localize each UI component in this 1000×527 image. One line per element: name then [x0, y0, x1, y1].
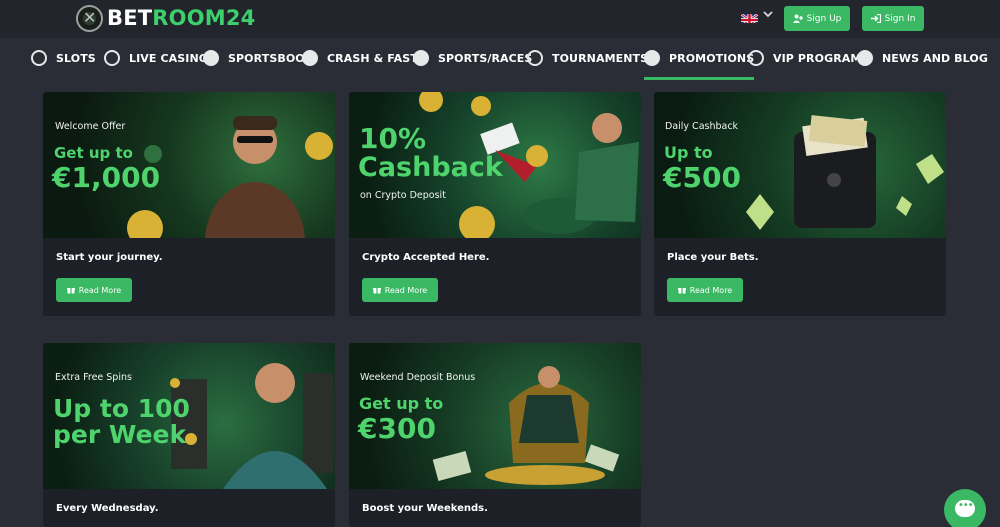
- nav-item-news-and-blog[interactable]: NEWS AND BLOG: [857, 46, 988, 70]
- races-icon: [413, 50, 429, 66]
- nav-item-tournaments[interactable]: TOURNAMENTS: [527, 46, 648, 70]
- read-more-label: Read More: [384, 285, 428, 295]
- read-more-label: Read More: [689, 285, 733, 295]
- promo-amount: per Week: [53, 420, 187, 449]
- logo[interactable]: BETROOM24: [76, 4, 255, 32]
- nav-item-live-casino[interactable]: LIVE CASINO: [104, 46, 208, 70]
- promo-title: Place your Bets.: [667, 252, 759, 263]
- slots-icon: [31, 50, 47, 66]
- promo-card-welcome-offer: Welcome Offer Get up to €1,000 Start you…: [43, 92, 335, 316]
- sportsbook-icon: [203, 50, 219, 66]
- promo-headline: Get up to: [359, 394, 444, 413]
- promo-banner[interactable]: Extra Free Spins Up to 100 per Week: [43, 343, 335, 489]
- megaphone-icon: [857, 50, 873, 66]
- main-nav: SLOTS LIVE CASINO SPORTSBOOK CRASH & FAS…: [0, 38, 1000, 80]
- rocket-icon: [302, 50, 318, 66]
- promo-amount: Cashback: [358, 152, 503, 183]
- promo-amount: €500: [663, 161, 741, 194]
- promo-amount: €1,000: [52, 161, 161, 194]
- gift-icon: [677, 288, 686, 294]
- tournaments-icon: [527, 50, 543, 66]
- promo-title: Every Wednesday.: [56, 503, 159, 514]
- sign-in-button[interactable]: Sign In: [862, 6, 924, 31]
- chat-bubble-icon: [955, 500, 975, 517]
- nav-item-vip-program[interactable]: VIP PROGRAM: [748, 46, 861, 70]
- promo-banner[interactable]: Welcome Offer Get up to €1,000: [43, 92, 335, 238]
- promo-title: Boost your Weekends.: [362, 503, 488, 514]
- logo-text: BETROOM24: [107, 6, 256, 30]
- nav-item-slots[interactable]: SLOTS: [31, 46, 96, 70]
- promo-card-weekend-bonus: Weekend Deposit Bonus Get up to €300 Boo…: [349, 343, 641, 527]
- sign-in-icon: [870, 14, 881, 23]
- live-chat-button[interactable]: [944, 489, 986, 527]
- promo-headline: 10%: [359, 122, 427, 155]
- promo-banner[interactable]: 10% Cashback on Crypto Deposit: [349, 92, 641, 238]
- sign-up-label: Sign Up: [806, 13, 842, 24]
- promo-headline: Up to 100: [53, 394, 190, 423]
- read-more-button[interactable]: Read More: [667, 278, 743, 302]
- promo-subtext: on Crypto Deposit: [360, 190, 446, 201]
- promo-card-crypto-cashback: 10% Cashback on Crypto Deposit Crypto Ac…: [349, 92, 641, 316]
- promo-banner[interactable]: Weekend Deposit Bonus Get up to €300: [349, 343, 641, 489]
- promo-card-free-spins: Extra Free Spins Up to 100 per Week Ever…: [43, 343, 335, 527]
- read-more-button[interactable]: Read More: [362, 278, 438, 302]
- promo-headline: Up to: [664, 143, 713, 162]
- live-casino-icon: [104, 50, 120, 66]
- nav-item-promotions[interactable]: PROMOTIONS: [644, 46, 755, 80]
- sign-in-label: Sign In: [884, 13, 916, 24]
- gift-icon: [372, 288, 381, 294]
- gift-icon: [644, 50, 660, 66]
- nav-item-crash-fast[interactable]: CRASH & FAST: [302, 46, 418, 70]
- read-more-label: Read More: [78, 285, 122, 295]
- promo-amount: €300: [358, 412, 436, 445]
- promo-label: Daily Cashback: [665, 121, 739, 132]
- promo-label: Extra Free Spins: [55, 372, 132, 383]
- gift-icon: [66, 288, 75, 294]
- promo-card-daily-cashback: Daily Cashback Up to €500 Place your Bet…: [654, 92, 946, 316]
- promo-label: Welcome Offer: [55, 121, 126, 132]
- top-bar: BETROOM24 Sign Up Sign In: [0, 0, 1000, 38]
- promo-headline: Get up to: [54, 144, 133, 162]
- sign-up-button[interactable]: Sign Up: [784, 6, 850, 31]
- nav-item-sportsbook[interactable]: SPORTSBOOK: [203, 46, 313, 70]
- promo-title: Crypto Accepted Here.: [362, 252, 490, 263]
- read-more-button[interactable]: Read More: [56, 278, 132, 302]
- uk-flag-icon[interactable]: [741, 11, 758, 23]
- nav-item-sports-races[interactable]: SPORTS/RACES: [413, 46, 532, 70]
- chevron-down-icon[interactable]: [762, 8, 774, 23]
- promo-label: Weekend Deposit Bonus: [360, 372, 476, 383]
- roulette-logo-icon: [76, 4, 103, 32]
- add-user-icon: [792, 14, 803, 23]
- promo-banner[interactable]: Daily Cashback Up to €500: [654, 92, 946, 238]
- promo-title: Start your journey.: [56, 252, 163, 263]
- crown-icon: [748, 50, 764, 66]
